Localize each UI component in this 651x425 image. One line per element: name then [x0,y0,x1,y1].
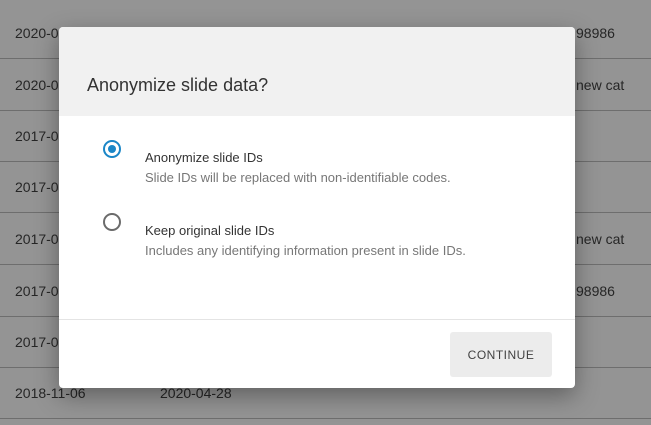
radio-checked-icon[interactable] [103,140,121,158]
option-description: Slide IDs will be replaced with non-iden… [145,170,451,185]
dialog-divider [59,319,575,320]
dialog-title: Anonymize slide data? [87,75,269,95]
anonymize-dialog: Anonymize slide data? Anonymize slide ID… [59,27,575,388]
option-label: Anonymize slide IDs [145,150,263,165]
radio-unchecked-icon[interactable] [103,213,121,231]
option-label: Keep original slide IDs [145,223,275,238]
dialog-header: Anonymize slide data? [59,27,575,116]
option-description: Includes any identifying information pre… [145,243,466,258]
continue-button[interactable]: CONTINUE [450,332,552,377]
